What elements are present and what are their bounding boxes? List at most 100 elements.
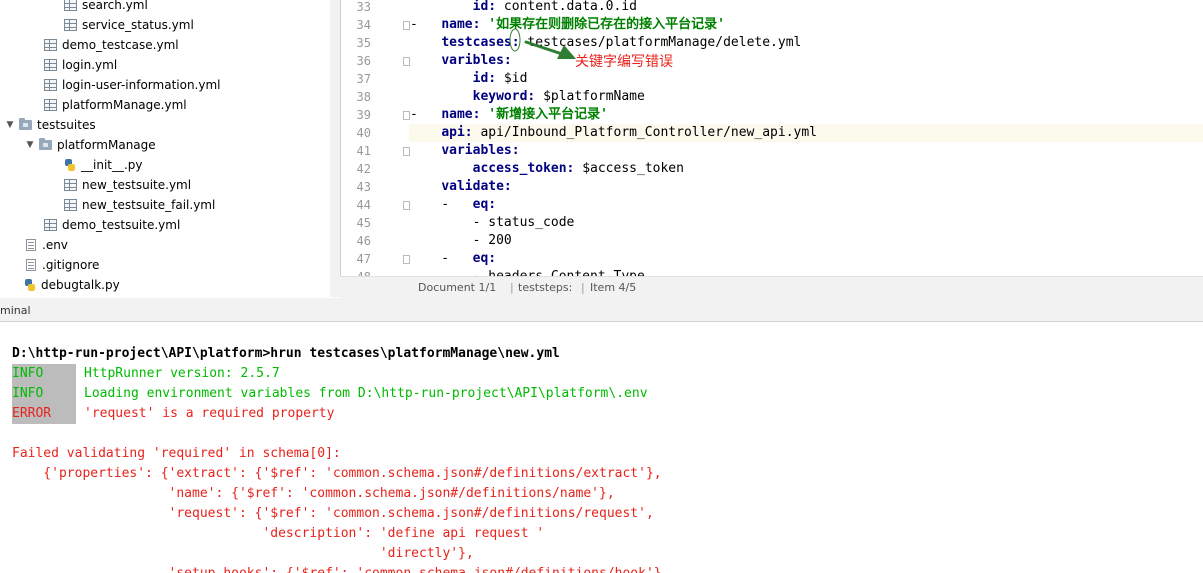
text-file-icon (26, 239, 36, 251)
tree-item-label: login-user-information.yml (62, 78, 221, 92)
code-text: $platformName (535, 89, 645, 104)
terminal-tab[interactable]: minal (0, 304, 31, 317)
tree-item-new-testsuite-yml[interactable]: new_testsuite.yml (64, 175, 191, 195)
code-line[interactable]: validate: (410, 178, 511, 196)
yml-file-icon (44, 59, 57, 71)
tree-item-demo-testsuite-yml[interactable]: demo_testsuite.yml (44, 215, 180, 235)
line-number: 43 (356, 180, 371, 194)
code-line[interactable]: keyword: $platformName (410, 88, 645, 106)
yaml-key: eq: (472, 251, 497, 266)
document-indicator: Document 1/1 (418, 281, 497, 294)
code-line[interactable]: id: $id (410, 70, 528, 88)
code-editor[interactable]: 33 34 35 36 37 38 39 40 41 42 43 44 45 46 47 48 id: con… (340, 0, 1203, 276)
yaml-key: access_token: (472, 161, 575, 176)
code-line[interactable]: - name: '新增接入平台记录' (410, 106, 608, 124)
yml-file-icon (64, 179, 77, 191)
tree-item-login-user-information-yml[interactable]: login-user-information.yml (44, 75, 221, 95)
code-line[interactable]: - eq: (410, 196, 496, 214)
log-level-badge: ERROR (12, 404, 76, 424)
code-text: content.data.0.id (496, 0, 637, 14)
yaml-key: id: (472, 0, 497, 14)
yaml-string: '新增接入平台记录' (488, 107, 608, 122)
tree-item-new-testsuite-fail-yml[interactable]: new_testsuite_fail.yml (64, 195, 215, 215)
line-number: 39 (356, 108, 371, 122)
code-text: $id (496, 71, 528, 86)
fold-marker-icon[interactable] (403, 255, 410, 264)
tree-scrollbar[interactable] (330, 0, 340, 297)
tree-item-label: search.yml (82, 0, 148, 12)
tree-folder-testsuites[interactable]: ▼ testsuites (4, 115, 96, 135)
yaml-key: keyword: (472, 89, 536, 104)
line-number: 38 (356, 90, 371, 104)
yml-file-icon (44, 219, 57, 231)
log-level-badge: INFO (12, 364, 76, 384)
fold-marker-icon[interactable] (403, 201, 410, 210)
tree-item-demo-testcase-yml[interactable]: demo_testcase.yml (44, 35, 179, 55)
tree-item-label: testsuites (37, 118, 96, 132)
code-line[interactable]: testcases: testcases/platformManage/dele… (410, 34, 801, 52)
terminal-command: D:\http-run-project\API\platform>hrun te… (12, 346, 560, 361)
terminal-output[interactable]: D:\http-run-project\API\platform>hrun te… (0, 322, 1203, 573)
item-indicator[interactable]: Item 4/5 (590, 281, 636, 294)
tree-item-login-yml[interactable]: login.yml (44, 55, 117, 75)
tree-item-label: platformManage.yml (62, 98, 187, 112)
code-line[interactable]: - eq: (410, 250, 496, 268)
tree-item-search-yml[interactable]: search.yml (64, 0, 148, 15)
code-line[interactable]: varibles: (410, 52, 511, 70)
yml-file-icon (64, 0, 77, 11)
log-level-badge: INFO (12, 384, 76, 404)
error-line: 'description': 'define api request ' (12, 526, 545, 541)
text-file-icon (26, 259, 36, 271)
fold-marker-icon[interactable] (403, 21, 410, 30)
tree-item-label: __init__.py (81, 158, 143, 172)
tree-item-gitignore[interactable]: .gitignore (24, 255, 99, 275)
fold-marker-icon[interactable] (403, 147, 410, 156)
code-text: - (410, 197, 473, 212)
code-text: - (410, 251, 473, 266)
python-file-icon (64, 159, 76, 171)
error-line: {'properties': {'extract': {'$ref': 'com… (12, 466, 662, 481)
yaml-key: id: (472, 71, 497, 86)
code-line[interactable]: - headers.Content-Type (410, 268, 645, 276)
terminal-header: minal (0, 298, 1203, 322)
fold-marker-icon[interactable] (403, 57, 410, 66)
yaml-key: api: (441, 125, 473, 140)
chevron-down-icon[interactable]: ▼ (24, 140, 36, 150)
yml-file-icon (64, 19, 77, 31)
fold-marker-icon[interactable] (403, 111, 410, 120)
line-number: 34 (356, 18, 371, 32)
tree-item-label: login.yml (62, 58, 118, 72)
code-line[interactable]: - status_code (410, 214, 575, 232)
log-message: Loading environment variables from D:\ht… (84, 386, 648, 401)
line-number: 41 (356, 144, 371, 158)
code-line[interactable]: variables: (410, 142, 519, 160)
line-number: 45 (356, 216, 371, 230)
error-line: 'setup_hooks': {'$ref': 'common.schema.j… (12, 564, 670, 573)
tree-item-debugtalk-py[interactable]: debugtalk.py (24, 275, 120, 293)
tree-item-platformmanage-yml[interactable]: platformManage.yml (44, 95, 187, 115)
line-number: 40 (356, 126, 371, 140)
folder-icon (39, 138, 52, 150)
tree-item-service-status-yml[interactable]: service_status.yml (64, 15, 194, 35)
error-line: Failed validating 'required' in schema[0… (12, 446, 341, 461)
tree-item-label: new_testsuite_fail.yml (82, 198, 216, 212)
tree-folder-platformmanage[interactable]: ▼ platformManage (24, 135, 156, 155)
line-number: 36 (356, 54, 371, 68)
tree-item-env[interactable]: .env (24, 235, 68, 255)
breadcrumb-path[interactable]: teststeps: (518, 281, 572, 294)
chevron-down-icon[interactable]: ▼ (4, 120, 16, 130)
code-text: - status_code (410, 215, 575, 230)
line-number: 48 (341, 268, 371, 276)
code-line[interactable]: id: content.data.0.id (410, 0, 637, 16)
tree-item-label: demo_testcase.yml (62, 38, 179, 52)
tree-item-init-py[interactable]: __init__.py (64, 155, 143, 175)
code-text: $access_token (574, 161, 684, 176)
code-text: - 200 (410, 233, 512, 248)
line-number: 47 (356, 252, 371, 266)
line-number: 35 (356, 36, 371, 50)
code-line[interactable]: api: api/Inbound_Platform_Controller/new… (410, 124, 817, 142)
code-line[interactable]: access_token: $access_token (410, 160, 684, 178)
code-line[interactable]: - 200 (410, 232, 512, 250)
